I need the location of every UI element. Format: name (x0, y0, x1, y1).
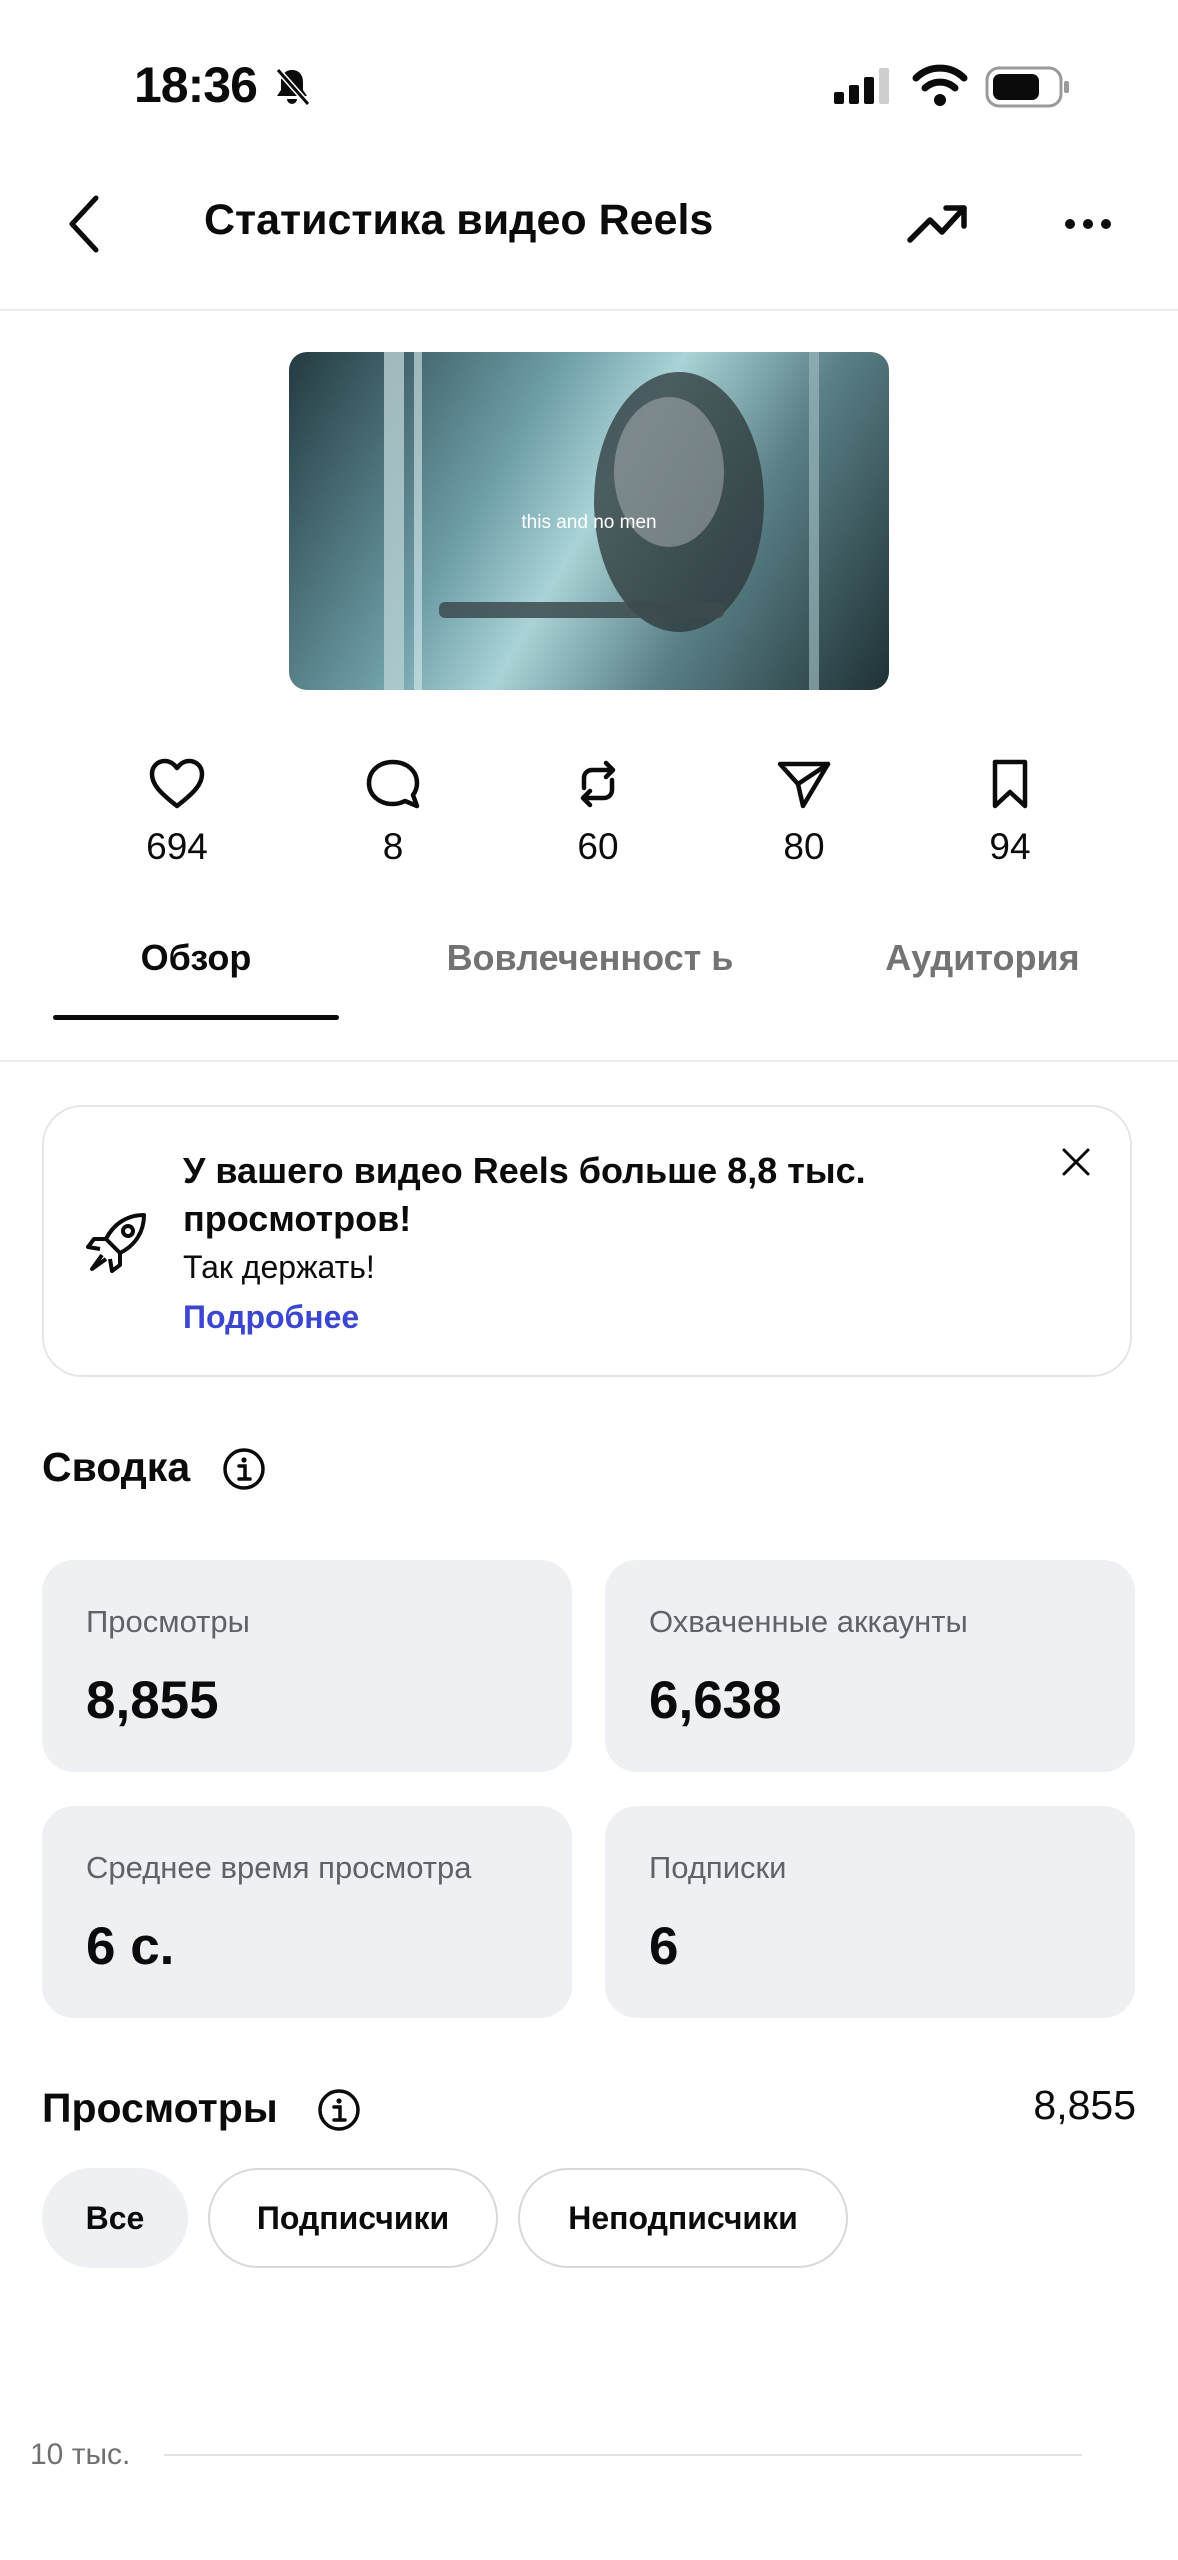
card-avg-watch-value: 6 с. (86, 1917, 175, 1976)
metric-comments: 8 (328, 758, 458, 868)
tab-engagement[interactable]: Вовлеченност ь (440, 936, 740, 980)
metric-saves: 94 (945, 758, 1075, 868)
metric-likes: 694 (112, 758, 242, 868)
metric-reposts-value: 60 (577, 826, 619, 867)
metric-likes-value: 694 (146, 826, 208, 867)
card-follows-value: 6 (649, 1917, 679, 1976)
info-icon[interactable] (317, 2088, 361, 2132)
metric-shares-value: 80 (783, 826, 825, 867)
views-title: Просмотры (42, 2085, 278, 2131)
card-reached-value: 6,638 (649, 1671, 782, 1730)
banner-subtitle: Так держать! (183, 1249, 375, 1285)
tab-overview[interactable]: Обзор (53, 936, 339, 980)
card-reached-label: Охваченные аккаунты (649, 1604, 968, 1639)
card-avg-watch-label: Среднее время просмотра (86, 1850, 472, 1885)
info-icon[interactable] (222, 1447, 266, 1491)
chart-axis-label: 10 тыс. (30, 2438, 131, 2471)
card-follows[interactable]: Подписки 6 (605, 1806, 1135, 2018)
summary-title: Сводка (42, 1444, 191, 1490)
trending-icon[interactable] (906, 200, 970, 248)
page-title: Статистика видео Reels (204, 196, 714, 244)
chart-gridline (164, 2454, 1082, 2456)
metric-saves-value: 94 (989, 826, 1031, 867)
wifi-icon (912, 64, 968, 106)
active-tab-indicator (53, 1015, 339, 1020)
milestone-banner: У вашего видео Reels больше 8,8 тыс. про… (42, 1105, 1132, 1377)
bookmark-icon (992, 759, 1028, 809)
metric-reposts: 60 (533, 758, 663, 868)
banner-learn-more-link[interactable]: Подробнее (183, 1299, 359, 1336)
card-views-label: Просмотры (86, 1604, 250, 1639)
status-time: 18:36 (134, 57, 258, 113)
filter-non-followers-chip[interactable]: Неподписчики (518, 2168, 848, 2268)
card-reached-accounts[interactable]: Охваченные аккаунты 6,638 (605, 1560, 1135, 1772)
card-avg-watch-time[interactable]: Среднее время просмотра 6 с. (42, 1806, 572, 2018)
reel-thumbnail[interactable]: this and no men (289, 352, 889, 690)
views-total: 8,855 (1033, 2082, 1136, 2128)
banner-title: У вашего видео Reels больше 8,8 тыс. про… (183, 1150, 866, 1239)
comment-icon (366, 759, 420, 809)
repost-icon (580, 760, 616, 808)
header-divider (0, 309, 1178, 311)
thumbnail-caption: this and no men (521, 512, 657, 533)
filter-all-chip[interactable]: Все (42, 2168, 188, 2268)
battery-icon (985, 66, 1069, 108)
share-icon (777, 761, 831, 809)
heart-icon (149, 758, 205, 809)
more-options-icon[interactable] (1064, 214, 1112, 234)
metric-shares: 80 (739, 758, 869, 868)
close-icon[interactable] (1061, 1147, 1091, 1177)
rocket-icon (86, 1213, 146, 1273)
tab-audience[interactable]: Аудитория (855, 936, 1110, 980)
card-follows-label: Подписки (649, 1850, 787, 1885)
back-icon[interactable] (64, 194, 104, 254)
filter-followers-chip[interactable]: Подписчики (208, 2168, 498, 2268)
card-views[interactable]: Просмотры 8,855 (42, 1560, 572, 1772)
cellular-signal-icon (834, 68, 889, 104)
tabs-divider (0, 1060, 1178, 1062)
bell-muted-icon (275, 68, 311, 106)
metric-comments-value: 8 (382, 826, 404, 867)
card-views-value: 8,855 (86, 1671, 219, 1730)
